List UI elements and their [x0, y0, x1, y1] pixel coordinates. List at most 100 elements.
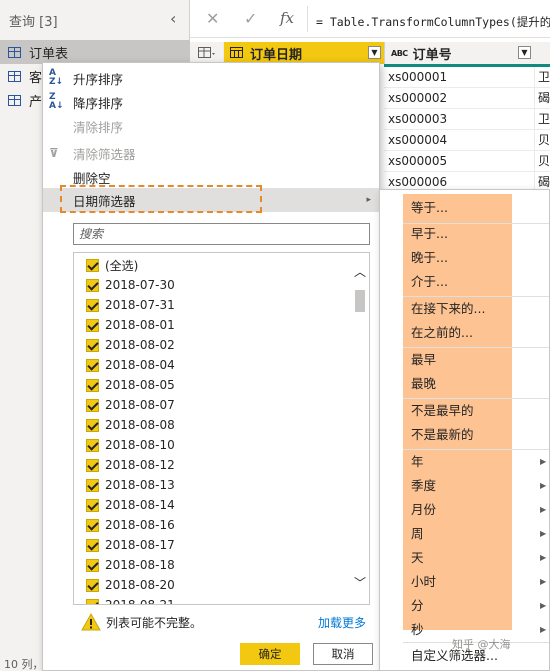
query-item-orders[interactable]: 订单表 [0, 40, 190, 64]
sort-descending-item[interactable]: Z A↓ 降序排序 [43, 90, 379, 114]
submenu-item-next[interactable]: 在接下来的... [411, 299, 485, 319]
checkbox[interactable] [86, 578, 99, 592]
list-item[interactable]: 2018-08-14 [74, 495, 352, 515]
list-item[interactable]: 2018-08-10 [74, 435, 352, 455]
submenu-item-equals[interactable]: 等于... [411, 198, 448, 218]
commit-formula-icon[interactable]: ✓ [244, 9, 257, 28]
table-icon [8, 70, 21, 82]
checkbox[interactable] [86, 598, 99, 604]
list-item[interactable]: 2018-08-13 [74, 475, 352, 495]
checkbox[interactable] [86, 458, 99, 472]
column-header-order-number[interactable]: ABC 订单号 ▼ [384, 42, 534, 64]
checkbox[interactable] [86, 538, 99, 552]
chevron-right-icon: ▶ [540, 529, 547, 538]
submenu-item-earliest[interactable]: 最早 [411, 350, 436, 370]
checkbox[interactable] [86, 438, 99, 452]
table-cell[interactable]: 贝 [534, 130, 550, 151]
filter-dropdown-icon[interactable]: ▼ [368, 46, 381, 59]
date-filters-submenu: 等于... 早于... 晚于... 介于... 在接下来的... 在之前的...… [379, 189, 550, 671]
cancel-button[interactable]: 取消 [313, 643, 373, 665]
list-item[interactable]: 2018-08-18 [74, 555, 352, 575]
checkbox[interactable] [86, 378, 99, 392]
table-cell[interactable]: xs000002 [384, 88, 534, 109]
table-cell[interactable]: 卫 [534, 67, 550, 88]
load-more-link[interactable]: 加载更多 [318, 614, 366, 631]
table-cell[interactable]: xs000001 [384, 67, 534, 88]
checkbox[interactable] [86, 358, 99, 372]
checkbox[interactable] [86, 518, 99, 532]
submenu-item-quarter[interactable]: 季度 [411, 476, 436, 496]
column-header-order-date[interactable]: 订单日期 ▼ [224, 42, 384, 64]
table-cell[interactable]: 卫 [534, 109, 550, 130]
incomplete-list-warning: 列表可能不完整。 [106, 616, 203, 630]
list-item[interactable]: 2018-08-07 [74, 395, 352, 415]
search-input[interactable]: 搜索 [73, 223, 370, 245]
fx-icon[interactable]: fx [280, 9, 294, 27]
formula-input[interactable]: = Table.TransformColumnTypes(提升的标 [316, 14, 550, 30]
list-item[interactable]: 2018-07-31 [74, 295, 352, 315]
filter-dropdown-icon[interactable]: ▼ [518, 46, 531, 59]
checkbox[interactable] [86, 298, 99, 312]
submenu-item-week[interactable]: 周 [411, 524, 424, 544]
list-item[interactable]: 2018-08-08 [74, 415, 352, 435]
checkbox[interactable] [86, 498, 99, 512]
list-item[interactable]: 2018-08-21 [74, 595, 352, 604]
list-item[interactable]: 2018-08-20 [74, 575, 352, 595]
chevron-right-icon: ▶ [540, 625, 547, 634]
list-item[interactable]: 2018-08-16 [74, 515, 352, 535]
scroll-up-icon[interactable]: ︿ [354, 263, 366, 280]
value-list: (全选) 2018-07-30 2018-07-31 2018-08-01 20… [73, 252, 370, 605]
submenu-item-not-earliest[interactable]: 不是最早的 [411, 401, 474, 421]
submenu-divider [403, 449, 549, 450]
submenu-item-latest[interactable]: 最晚 [411, 374, 436, 394]
table-icon [8, 46, 21, 58]
submenu-item-hour[interactable]: 小时 [411, 572, 436, 592]
list-item[interactable]: 2018-08-01 [74, 315, 352, 335]
list-item[interactable]: (全选) [74, 255, 352, 275]
table-cell[interactable]: 碣 [534, 88, 550, 109]
table-cell[interactable]: xs000005 [384, 151, 534, 172]
checkbox[interactable] [86, 258, 99, 272]
chevron-right-icon: ▶ [540, 601, 547, 610]
list-scrollbar[interactable]: ︿ ﹀ [351, 253, 369, 604]
column-header-label: 订单日期 [250, 47, 303, 63]
table-cell[interactable]: xs000004 [384, 130, 534, 151]
checkbox[interactable] [86, 558, 99, 572]
chevron-left-icon[interactable]: ‹ [170, 9, 176, 28]
checkbox[interactable] [86, 478, 99, 492]
list-item[interactable]: 2018-08-04 [74, 355, 352, 375]
list-item[interactable]: 2018-07-30 [74, 275, 352, 295]
checkbox[interactable] [86, 398, 99, 412]
submenu-item-after[interactable]: 晚于... [411, 248, 448, 268]
submenu-item-month[interactable]: 月份 [411, 500, 436, 520]
list-item[interactable]: 2018-08-17 [74, 535, 352, 555]
scroll-thumb[interactable] [355, 290, 365, 312]
submenu-item-not-latest[interactable]: 不是最新的 [411, 425, 474, 445]
submenu-item-between[interactable]: 介于... [411, 272, 448, 292]
submenu-item-day[interactable]: 天 [411, 548, 424, 568]
checkbox[interactable] [86, 318, 99, 332]
list-item[interactable]: 2018-08-05 [74, 375, 352, 395]
checkbox[interactable] [86, 338, 99, 352]
submenu-item-previous[interactable]: 在之前的... [411, 323, 473, 343]
table-cell[interactable]: 贝 [534, 151, 550, 172]
chevron-right-icon: ▸ [366, 195, 371, 205]
ok-button[interactable]: 确定 [240, 643, 300, 665]
checkbox[interactable] [86, 418, 99, 432]
cancel-formula-icon[interactable]: ✕ [206, 9, 219, 28]
checkbox[interactable] [86, 278, 99, 292]
scroll-down-icon[interactable]: ﹀ [354, 574, 366, 591]
list-item[interactable]: 2018-08-12 [74, 455, 352, 475]
sort-ascending-item[interactable]: A Z↓ 升序排序 [43, 66, 379, 90]
submenu-divider [403, 398, 549, 399]
submenu-item-second[interactable]: 秒 [411, 620, 424, 640]
submenu-item-year[interactable]: 年 [411, 452, 424, 472]
submenu-item-minute[interactable]: 分 [411, 596, 424, 616]
dashed-highlight [60, 185, 262, 213]
grid-corner[interactable] [190, 42, 224, 64]
submenu-divider [403, 347, 549, 348]
table-cell[interactable]: xs000003 [384, 109, 534, 130]
list-item[interactable]: 2018-08-02 [74, 335, 352, 355]
submenu-item-before[interactable]: 早于... [411, 224, 448, 244]
column-header-next[interactable] [534, 42, 550, 64]
